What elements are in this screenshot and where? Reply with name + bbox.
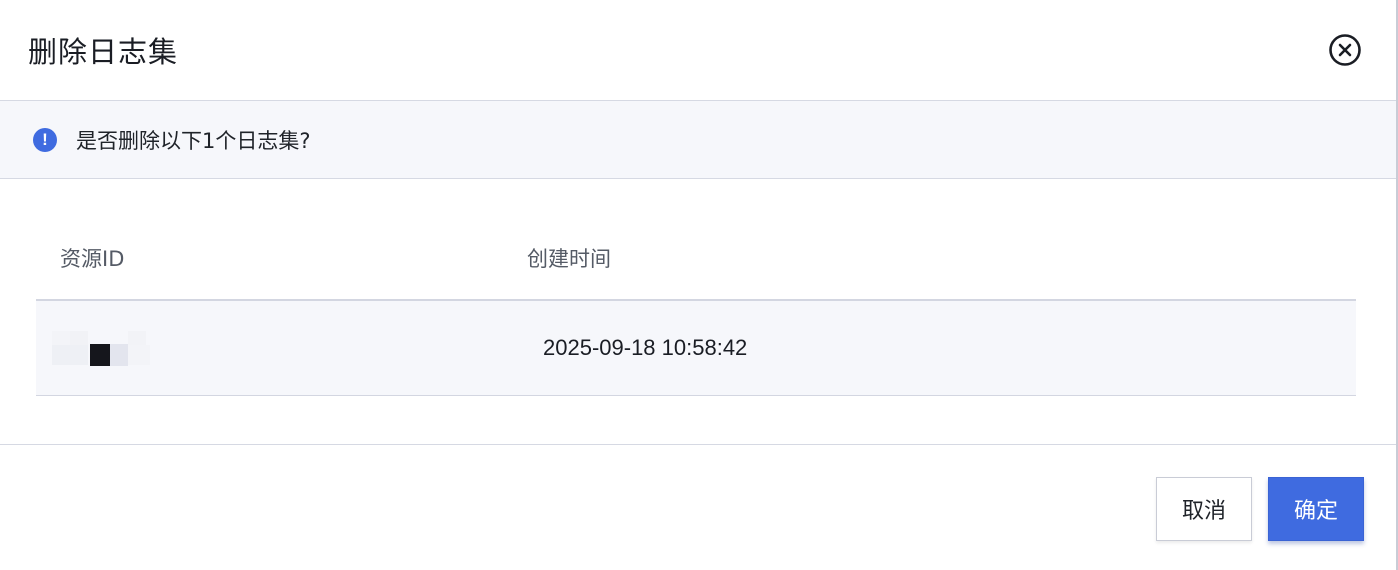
dialog-footer: 取消 确定: [0, 444, 1396, 570]
delete-logset-dialog: 删除日志集 ! 是否删除以下1个日志集? 资源ID 创建时间 2025-09-1…: [0, 0, 1398, 570]
alert-message: 是否删除以下1个日志集?: [76, 128, 311, 153]
dialog-title: 删除日志集: [28, 35, 179, 69]
resource-table: 资源ID 创建时间 2025-09-18 10:58:42: [36, 216, 1356, 396]
table-header: 资源ID 创建时间: [36, 216, 1356, 301]
confirm-alert: ! 是否删除以下1个日志集?: [0, 101, 1396, 179]
confirm-button[interactable]: 确定: [1268, 477, 1364, 541]
dialog-header: 删除日志集: [0, 0, 1396, 101]
column-header-created-time: 创建时间: [527, 246, 611, 271]
created-time-cell: 2025-09-18 10:58:42: [543, 335, 748, 360]
resource-id-cell: [36, 301, 503, 396]
close-circle-icon: [1329, 34, 1361, 66]
exclamation-circle-icon: !: [33, 127, 57, 152]
close-button[interactable]: [1328, 33, 1362, 67]
redacted-resource-id: [52, 330, 152, 367]
table-row: 2025-09-18 10:58:42: [36, 301, 1356, 396]
column-header-resource-id: 资源ID: [60, 246, 125, 271]
cancel-button[interactable]: 取消: [1156, 477, 1252, 541]
